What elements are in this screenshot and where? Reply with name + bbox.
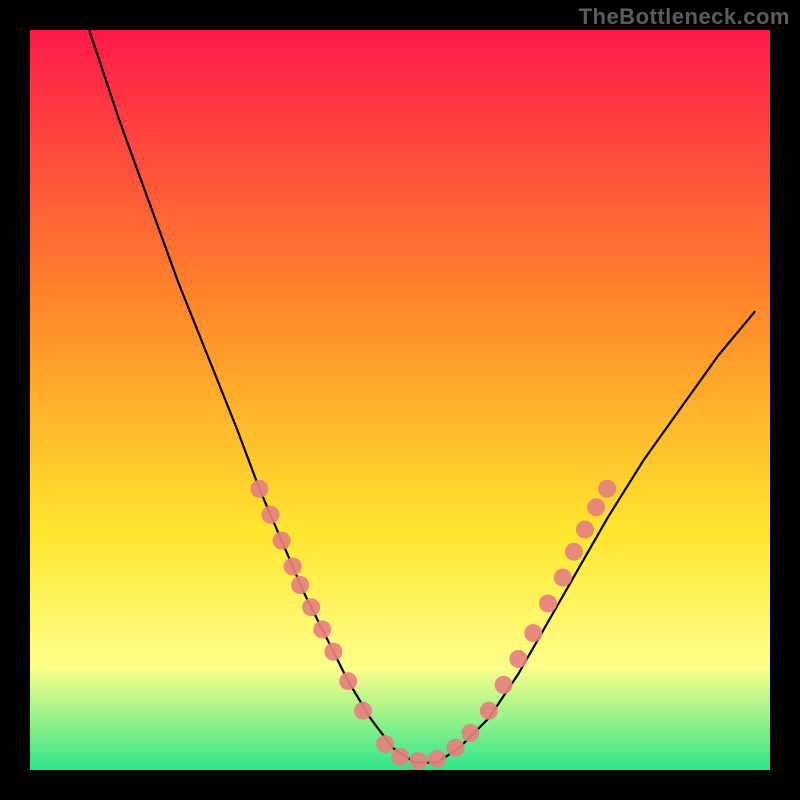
marker-point [480, 702, 498, 720]
marker-point [262, 506, 280, 524]
marker-point [250, 480, 268, 498]
marker-point [576, 521, 594, 539]
bottleneck-chart [0, 0, 800, 800]
marker-point [302, 598, 320, 616]
marker-point [428, 750, 446, 768]
marker-point [554, 569, 572, 587]
marker-point [284, 558, 302, 576]
marker-point [565, 543, 583, 561]
marker-point [598, 480, 616, 498]
watermark-text: TheBottleneck.com [579, 4, 790, 30]
marker-point [539, 595, 557, 613]
chart-stage: TheBottleneck.com [0, 0, 800, 800]
marker-point [324, 643, 342, 661]
marker-point [447, 739, 465, 757]
marker-point [354, 702, 372, 720]
marker-point [291, 576, 309, 594]
marker-point [376, 735, 394, 753]
marker-point [410, 752, 428, 770]
marker-point [461, 724, 479, 742]
marker-point [495, 676, 513, 694]
marker-point [273, 532, 291, 550]
marker-point [524, 624, 542, 642]
marker-point [509, 650, 527, 668]
marker-point [391, 748, 409, 766]
marker-point [313, 620, 331, 638]
plot-background [30, 30, 770, 770]
marker-point [587, 498, 605, 516]
marker-point [339, 672, 357, 690]
